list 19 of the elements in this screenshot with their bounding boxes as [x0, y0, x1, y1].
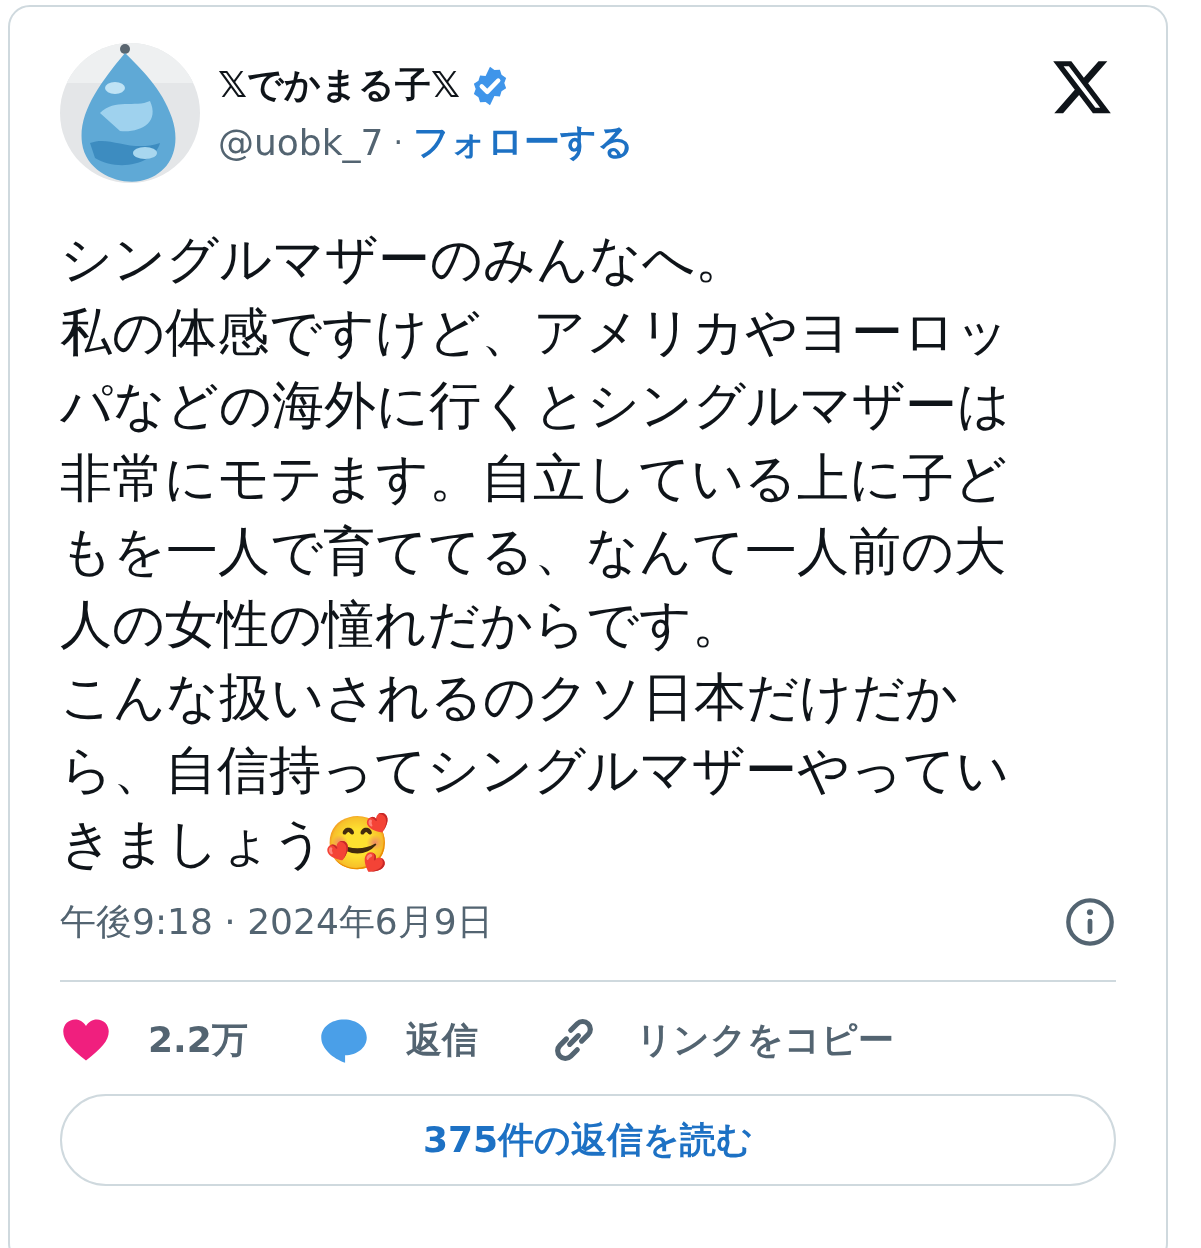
follow-link[interactable]: フォローする — [413, 118, 634, 167]
tweet-text-line: きましょう🥰 — [60, 812, 391, 875]
action-label[interactable]: 返信 — [405, 1015, 478, 1065]
timestamp[interactable]: 午後9:18 · 2024年6月9日 — [60, 897, 493, 947]
action-label[interactable]: 2.2万 — [148, 1015, 248, 1065]
tweet-text-line: シングルマザーのみんなへ。 — [60, 228, 748, 291]
tweet-text-line: 私の体感ですけど、アメリカやヨーロッ — [60, 301, 1010, 364]
author-name[interactable]: 𝕏でかまる子𝕏 — [218, 61, 460, 110]
tweet-text-line: もを一人で育ててる、なんて一人前の大 — [60, 520, 1007, 583]
separator-dot: · — [393, 125, 403, 160]
tweet-text-line: 非常にモテます。自立している上に子ど — [60, 447, 1008, 510]
tweet-text-line: こんな扱いされるのクソ日本だけだか — [60, 666, 959, 729]
info-icon[interactable] — [1064, 896, 1116, 948]
tweet-text-line: パなどの海外に行くとシングルマザーは — [60, 374, 1011, 437]
tweet-text-line: ら、自信持ってシングルマザーやってい — [60, 739, 1010, 802]
tweet-text-line: 人の女性の憧れだからです。 — [60, 593, 745, 656]
read-replies-button[interactable]: 375件の返信を読む — [60, 1094, 1116, 1186]
author-handle[interactable]: @uobk_7 — [218, 122, 384, 163]
action-label[interactable]: リンクをコピー — [635, 1015, 894, 1065]
